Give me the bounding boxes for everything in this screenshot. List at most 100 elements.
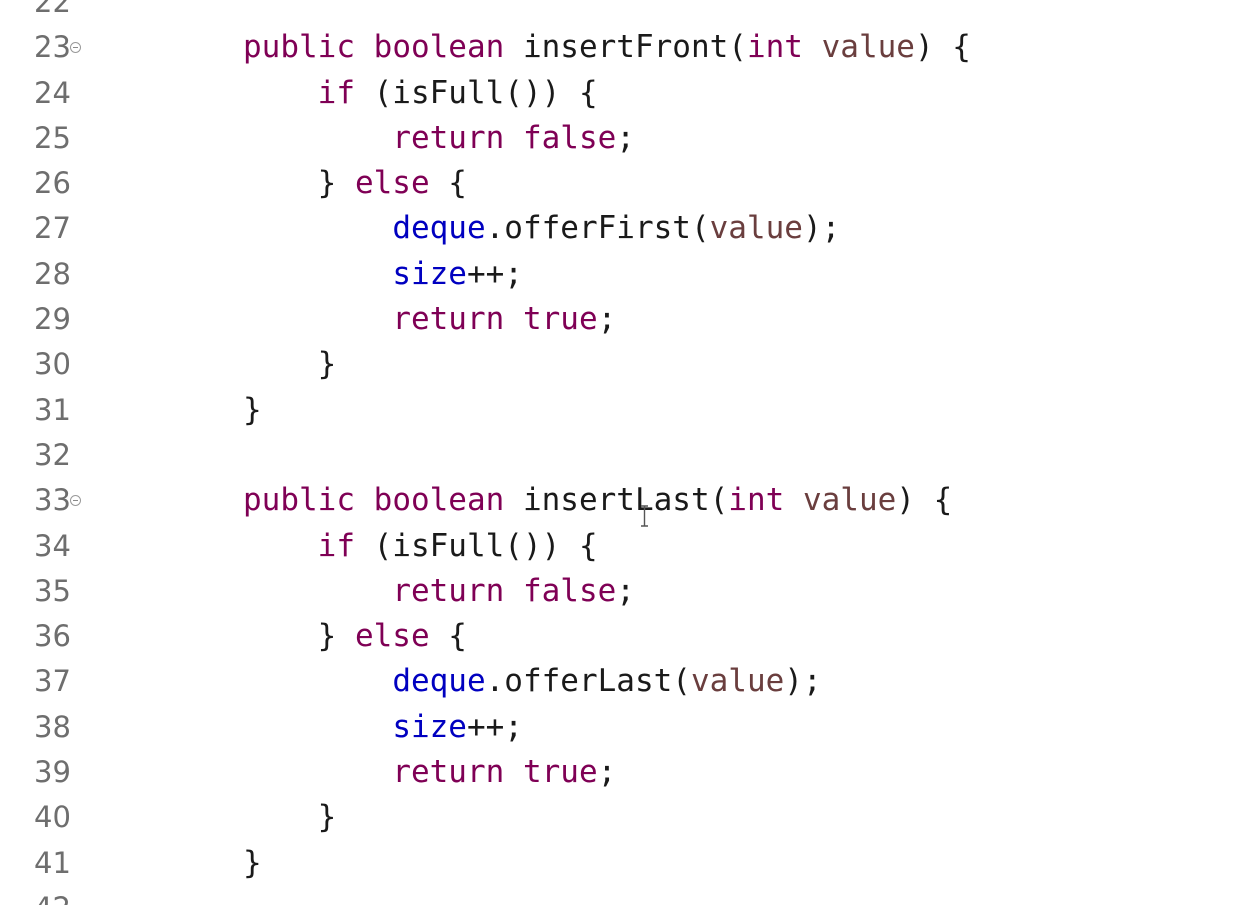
code-token: public [243, 29, 355, 66]
code-line[interactable]: 38 size++; [0, 705, 1258, 750]
code-line[interactable]: 27 deque.offerFirst(value); [0, 206, 1258, 251]
code-token: ; [616, 572, 635, 609]
line-number: 32 [34, 437, 71, 472]
code-token: return [392, 754, 505, 791]
code-line[interactable]: 42 [0, 886, 1258, 905]
line-number: 25 [34, 120, 71, 155]
code-token: true [522, 301, 598, 338]
line-number: 37 [34, 664, 71, 699]
line-number: 34 [34, 528, 71, 563]
code-line[interactable]: 26 } else { [0, 161, 1258, 206]
code-token: true [522, 754, 598, 791]
code-text: size++; [243, 252, 523, 297]
code-token: value [802, 482, 897, 519]
code-text: } [243, 841, 262, 886]
code-token: ) { [896, 482, 953, 519]
code-token: { [429, 618, 467, 655]
code-token: } [243, 165, 355, 202]
code-line[interactable]: 31} [0, 388, 1258, 433]
code-text: deque.offerLast(value); [243, 659, 821, 704]
code-text: public boolean insertFront(int value) { [243, 25, 971, 70]
code-token: .offerFirst( [485, 210, 710, 247]
code-line[interactable]: 22 [0, 0, 1258, 25]
code-text: } [243, 342, 337, 387]
line-number: 24 [34, 75, 71, 110]
code-line[interactable]: 33 public boolean insertLast(int value) { [0, 478, 1258, 523]
code-text: if (isFull()) { [243, 71, 598, 116]
code-token: value [821, 29, 915, 66]
code-line[interactable]: 24 if (isFull()) { [0, 71, 1258, 116]
code-text: if (isFull()) { [243, 524, 598, 569]
code-line[interactable]: 30 } [0, 342, 1258, 387]
code-token: false [522, 119, 617, 156]
code-line[interactable]: 36 } else { [0, 614, 1258, 659]
code-token: boolean [373, 482, 505, 519]
line-number: 31 [34, 392, 71, 427]
code-line[interactable]: 34 if (isFull()) { [0, 524, 1258, 569]
code-token: if [317, 74, 355, 111]
code-line[interactable]: 35 return false; [0, 569, 1258, 614]
code-token: size [392, 708, 467, 745]
code-token: int [728, 482, 785, 519]
code-token: ) { [914, 29, 971, 66]
code-token: false [522, 572, 617, 609]
code-line[interactable]: 23 public boolean insertFront(int value) … [0, 25, 1258, 70]
code-token: deque [392, 663, 486, 700]
code-editor[interactable]: 22 23 public boolean insertFront(int value… [0, 0, 1258, 905]
code-token: } [243, 844, 262, 881]
code-line[interactable]: 29 return true; [0, 297, 1258, 342]
code-token: ++; [466, 255, 523, 292]
code-token: if [317, 527, 355, 564]
line-number: 33 [34, 483, 71, 518]
code-token: ; [616, 119, 635, 156]
code-line[interactable]: 25 return false; [0, 116, 1258, 161]
text-cursor-icon [641, 505, 648, 527]
code-token: value [690, 663, 785, 700]
line-number: 26 [34, 166, 71, 201]
code-token: ++; [466, 708, 523, 745]
code-text: return true; [243, 750, 616, 795]
code-token: (isFull()) { [354, 74, 598, 111]
code-line[interactable]: 32 [0, 433, 1258, 478]
code-text: deque.offerFirst(value); [243, 206, 840, 251]
line-number: 36 [34, 619, 71, 654]
code-token: } [243, 799, 337, 836]
code-token: } [243, 391, 262, 428]
code-token: else [354, 618, 430, 655]
line-number: 28 [34, 256, 71, 291]
code-text: } [243, 388, 262, 433]
code-text: return false; [243, 569, 635, 614]
code-line[interactable]: 40 } [0, 795, 1258, 840]
code-token: deque [392, 210, 486, 247]
line-number: 35 [34, 573, 71, 608]
code-token: value [709, 210, 803, 247]
code-line[interactable]: 39 return true; [0, 750, 1258, 795]
code-text: return false; [243, 116, 635, 161]
line-number: 30 [34, 347, 71, 382]
code-token: return [392, 301, 505, 338]
code-line[interactable]: 37 deque.offerLast(value); [0, 659, 1258, 704]
code-token: ; [597, 754, 617, 791]
line-number: 39 [34, 755, 71, 790]
code-line[interactable]: 28 size++; [0, 252, 1258, 297]
code-token: ); [802, 210, 841, 247]
code-text: } [243, 795, 337, 840]
code-text: } else { [243, 614, 467, 659]
line-number: 38 [34, 709, 71, 744]
code-token: else [354, 165, 430, 202]
code-line[interactable]: 41} [0, 841, 1258, 886]
code-token: insertLast( [504, 482, 729, 519]
line-number: 27 [34, 211, 71, 246]
